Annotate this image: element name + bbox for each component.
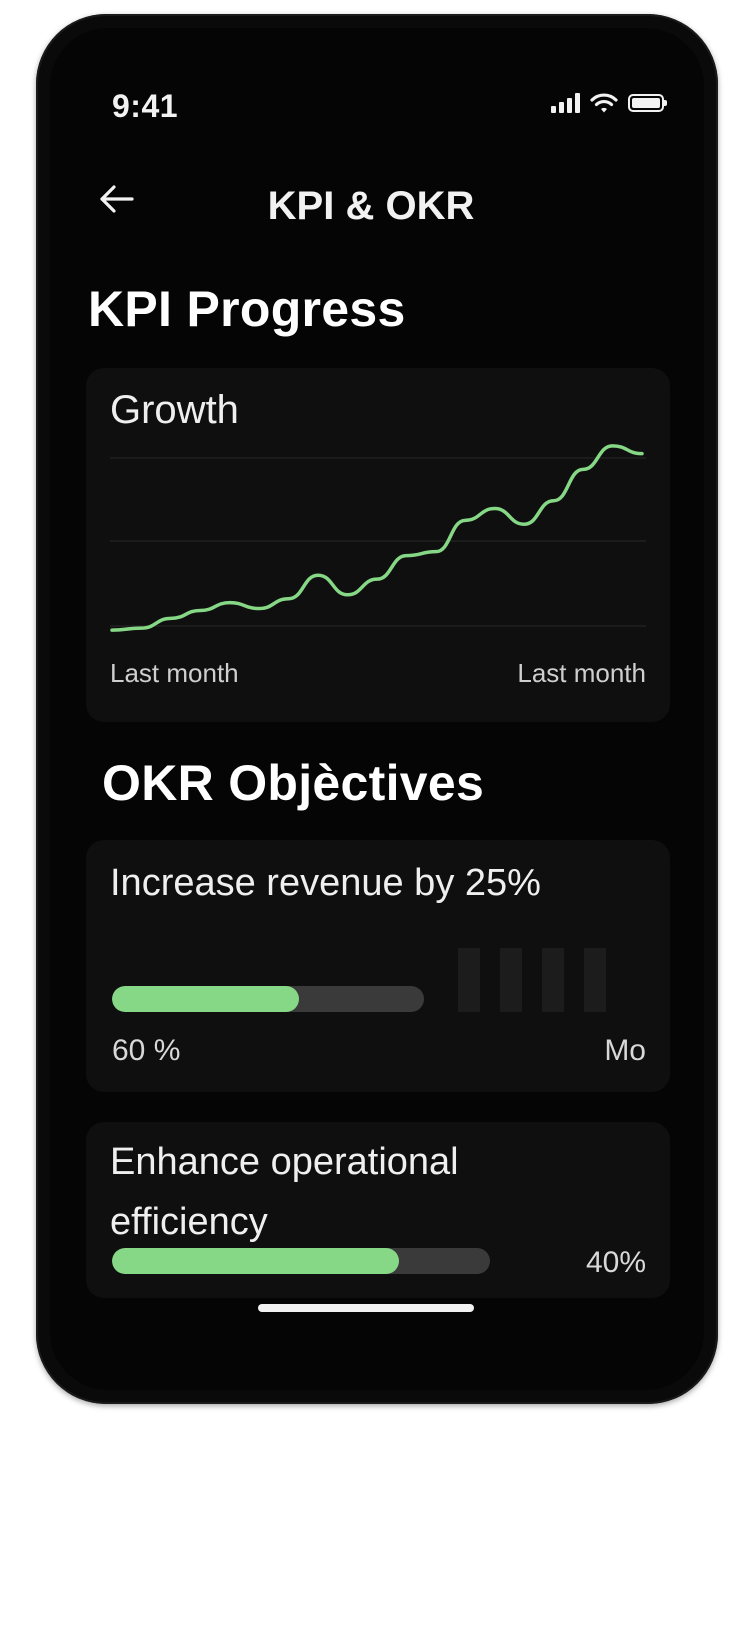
growth-line-chart — [110, 444, 646, 632]
objective-extra-label: Mo — [604, 1034, 646, 1067]
x-axis-start-label: Last month — [110, 658, 239, 688]
okr-objective-card[interactable]: Enhance operational efficiency 40% — [86, 1122, 670, 1298]
growth-series-line — [110, 444, 644, 632]
okr-section-title: OKR Objèctives — [102, 755, 485, 811]
objective-progress-label: 40% — [585, 1246, 646, 1279]
battery-icon — [628, 94, 667, 112]
screen: 9:41 KPI & OKR KPI Progress Growth Last … — [50, 28, 704, 1390]
status-icons — [551, 92, 667, 114]
objective-title-line: efficiency — [110, 1201, 268, 1243]
objective-title: Increase revenue by 25% — [110, 862, 541, 904]
objective-progress-label: 60 % — [112, 1034, 181, 1067]
home-indicator[interactable] — [258, 1304, 474, 1312]
objective-progress-bar — [112, 986, 424, 1012]
mini-bar — [584, 948, 606, 1012]
objective-mini-bars — [458, 948, 606, 1012]
objective-progress-fill — [112, 1248, 400, 1274]
mini-bar — [542, 948, 564, 1012]
objective-title: Enhance operational efficiency — [110, 1132, 459, 1252]
status-time: 9:41 — [112, 88, 179, 124]
mini-bar — [500, 948, 522, 1012]
objective-title-line: Enhance operational — [110, 1141, 459, 1183]
objective-progress-bar — [112, 1248, 490, 1274]
kpi-growth-card[interactable]: Growth Last month Last month — [86, 368, 670, 722]
x-axis-end-label: Last month — [517, 658, 646, 688]
objective-progress-fill — [112, 986, 300, 1012]
okr-objective-card[interactable]: Increase revenue by 25% 60 % Mo — [86, 840, 670, 1092]
wifi-icon — [590, 93, 618, 113]
mini-bar — [458, 948, 480, 1012]
signal-bars-icon — [551, 93, 580, 113]
kpi-section-title: KPI Progress — [88, 281, 406, 337]
nav-title: KPI & OKR — [267, 184, 475, 228]
phone-frame: 9:41 KPI & OKR KPI Progress Growth Last … — [36, 14, 718, 1404]
